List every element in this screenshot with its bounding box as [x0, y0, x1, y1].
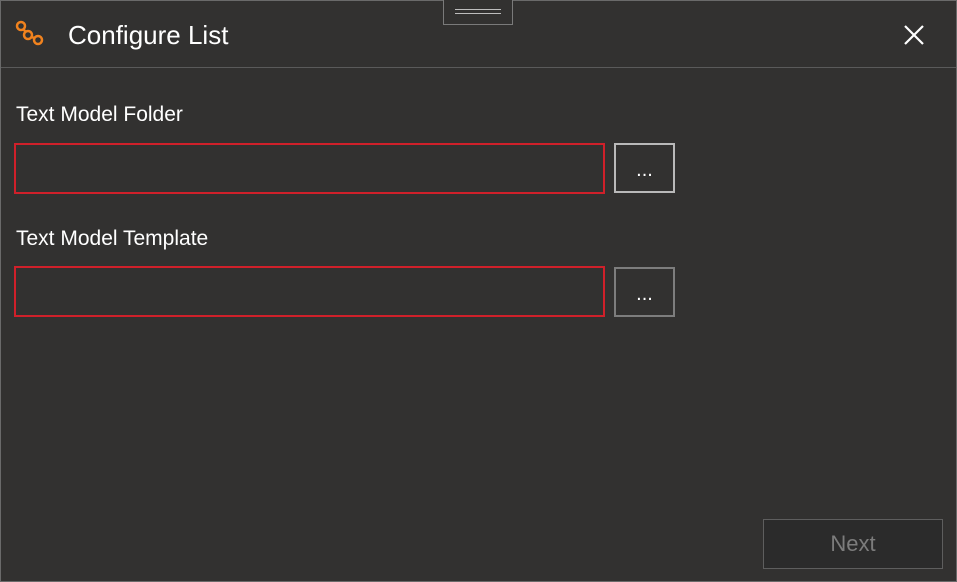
browse-template-button[interactable]: ... [614, 267, 675, 317]
text-model-folder-label: Text Model Folder [16, 103, 183, 126]
close-button[interactable] [897, 18, 931, 52]
title-bar: Configure List [1, 1, 956, 68]
configure-list-dialog: Configure List Text Model Folder ... Tex… [0, 0, 957, 582]
workflow-nodes-icon [14, 19, 46, 51]
close-icon [904, 25, 924, 45]
dialog-title: Configure List [68, 20, 229, 50]
text-model-template-input[interactable] [14, 266, 605, 317]
browse-folder-button-label: ... [636, 158, 653, 181]
browse-folder-button[interactable]: ... [614, 143, 675, 193]
text-model-folder-input[interactable] [14, 143, 605, 194]
browse-template-button-label: ... [636, 282, 653, 305]
next-button[interactable]: Next [763, 519, 943, 569]
text-model-template-label: Text Model Template [16, 227, 209, 250]
